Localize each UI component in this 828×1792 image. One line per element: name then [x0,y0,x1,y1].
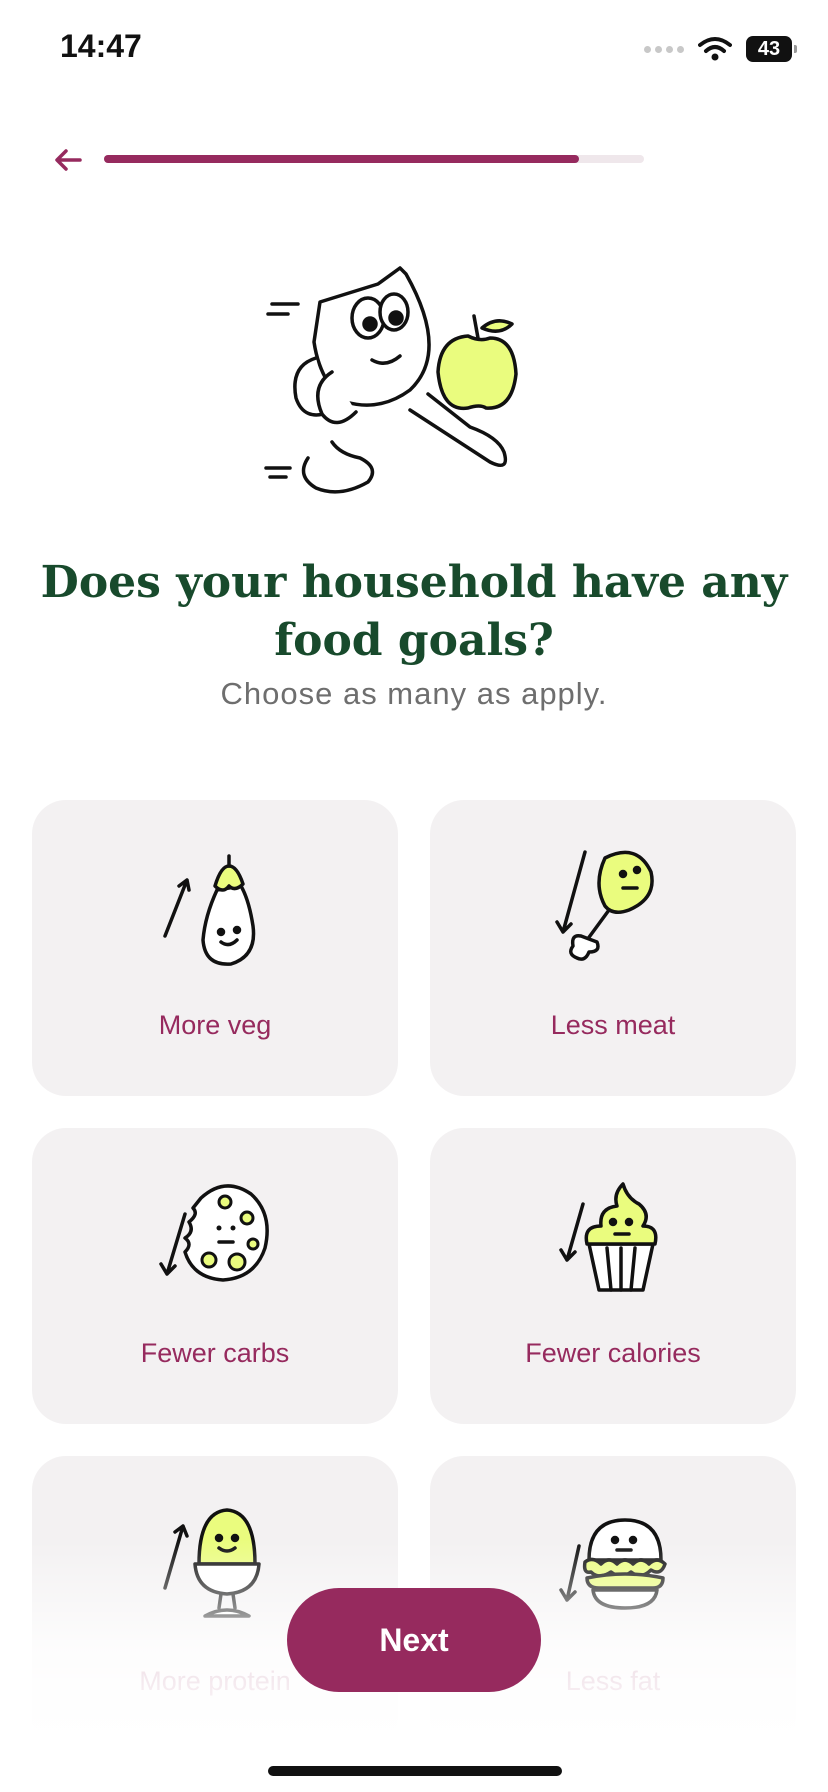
cellular-signal-icon [644,45,684,53]
progress-bar [104,155,644,163]
egg-up-icon [163,1508,261,1618]
back-button[interactable] [50,142,86,178]
battery-icon: 43 [746,36,797,62]
back-arrow-icon [55,149,82,171]
option-label: Fewer carbs [140,1338,290,1368]
eggplant-up-icon [163,854,256,966]
status-icons: 43 [644,34,797,64]
battery-level: 43 [757,37,781,60]
cupcake-down-icon [559,1182,658,1292]
next-button[interactable]: Next [287,1588,541,1692]
question-subtitle: Choose as many as apply. [220,676,608,711]
drumstick-down-icon [555,850,654,961]
status-bar: 14:47 43 [0,0,828,100]
option-fewer-calories[interactable]: Fewer calories [430,1128,796,1424]
top-navigation [0,130,828,190]
option-label: Fewer calories [525,1338,701,1368]
home-indicator [268,1766,562,1776]
burger-down-icon [559,1518,667,1610]
progress-bar-fill [104,155,580,163]
status-time: 14:47 [60,28,142,64]
option-label: Less meat [550,1010,676,1040]
option-more-veg[interactable]: More veg [32,800,398,1096]
cookie-down-icon [159,1184,269,1282]
option-label: More veg [158,1010,272,1040]
option-less-meat[interactable]: Less meat [430,800,796,1096]
option-fewer-carbs[interactable]: Fewer carbs [32,1128,398,1424]
wifi-icon [698,37,732,61]
question-title: Does your household have any food goals? [40,557,788,666]
running-milk-carton-illustration [264,266,518,494]
